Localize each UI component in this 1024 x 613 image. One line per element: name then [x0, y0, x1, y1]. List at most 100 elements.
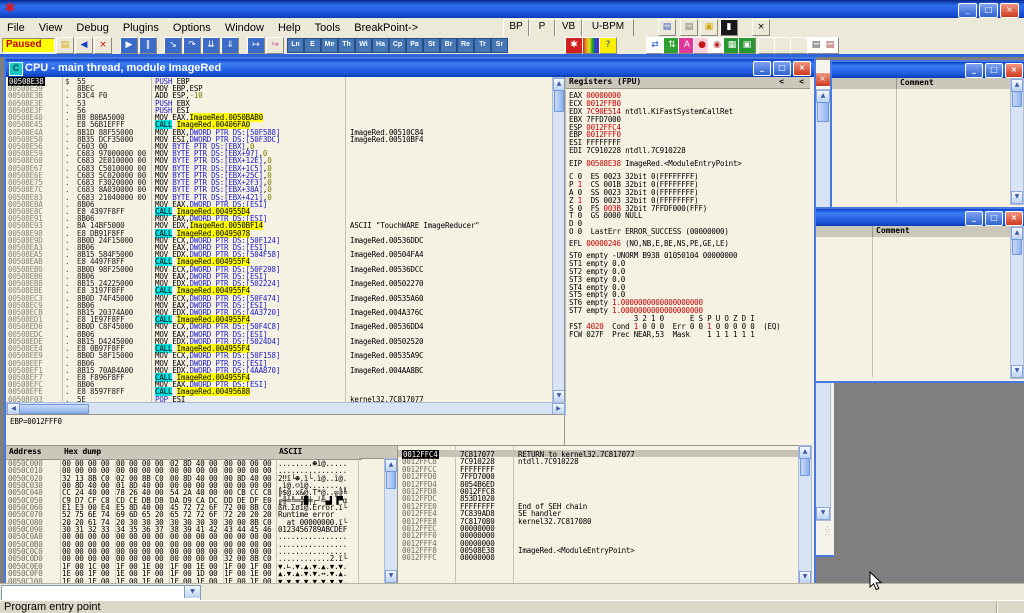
register-line[interactable]: ST1 empty 0.0 [569, 259, 810, 267]
register-line[interactable]: T 0 GS 0000 NULL [569, 211, 810, 219]
close-plugin-icon[interactable]: × [752, 19, 770, 36]
dump-row[interactable]: 0050C0F01E 00 1F 001E 00 1F 001F 00 1D 0… [6, 569, 397, 576]
document-icon[interactable]: ▤ [680, 19, 698, 36]
disasm-row[interactable]: 00508E91.8B06MOV EAX,DWORD PTR DS:[ESI] [6, 214, 552, 221]
register-line[interactable]: EIP 00508E38 ImageRed.<ModuleEntryPoint> [569, 159, 810, 167]
disasm-row[interactable]: 00508E3F.56PUSH ESI [6, 106, 552, 113]
dump-vscrollbar[interactable]: ▲ ▼ [384, 458, 398, 584]
register-line[interactable]: ST2 empty 0.0 [569, 267, 810, 275]
pane-button-th[interactable]: Th [338, 38, 355, 53]
swap-arrows-icon[interactable]: ⇄ [646, 37, 664, 54]
disasm-row[interactable]: 00508E40.B8 B0BA5000MOV EAX,ImageRed.005… [6, 113, 552, 120]
dump-row[interactable]: 0050C08020 20 61 7420 30 30 3030 30 30 3… [6, 518, 397, 525]
register-line[interactable]: EBP 0012FFF0 [569, 130, 810, 138]
pane-button-pa[interactable]: Pa [406, 38, 423, 53]
register-line[interactable]: C 0 ES 0023 32bit 0(FFFFFFFF) [569, 172, 810, 180]
disasm-row[interactable]: 00508E4A.8B1D 88F55000MOV EBX,DWORD PTR … [6, 128, 552, 135]
disasm-row[interactable]: 00508E39.8BECMOV EBP,ESP [6, 84, 552, 91]
options-gear-icon[interactable]: ✱ [565, 37, 583, 54]
register-line[interactable]: ST5 empty 0.0 [569, 290, 810, 298]
dump-pane[interactable]: Address Hex dump ASCII 0050C00000 00 00 … [6, 445, 397, 584]
disasm-row[interactable]: 00508ED1.E8 1E97F8FFCALL ImageRed.004955… [6, 315, 552, 322]
register-line[interactable]: FST 4020 Cond 1 0 0 0 Err 0 0 1 0 0 0 0 … [569, 322, 810, 330]
dump-row[interactable]: 0050C07052 75 6E 7469 6D 65 2065 72 72 6… [6, 510, 397, 517]
disassembly-pane[interactable]: 00508E38$55PUSH EBP00508E39.8BECMOV EBP,… [6, 77, 552, 402]
scroll-down-icon[interactable]: ▼ [1011, 191, 1023, 204]
close-button[interactable]: × [1000, 3, 1019, 18]
scroll-down-icon[interactable]: ▼ [816, 507, 830, 520]
step-over-icon[interactable]: ↷ [183, 37, 201, 54]
dump-row[interactable]: 0050C040CC 24 40 0078 26 40 0054 2A 40 0… [6, 488, 397, 495]
pane-button-re[interactable]: Re [457, 38, 474, 53]
register-line[interactable]: ESP 0012FFC4 [569, 123, 810, 131]
disasm-row[interactable]: 00508E8C.E8 4397F8FFCALL ImageRed.004955… [6, 207, 552, 214]
pane-button-ln[interactable]: Ln [287, 38, 304, 53]
disasm-row[interactable]: 00508EC9.8B06MOV EAX,DWORD PTR DS:[ESI] [6, 301, 552, 308]
disasm-row[interactable]: 00508E50.8B35 DCF35000MOV ESI,DWORD PTR … [6, 135, 552, 142]
plugin-button[interactable]: VB [555, 19, 582, 37]
screen-icon[interactable]: ▣ [738, 37, 756, 54]
restore-button[interactable]: □ [985, 63, 1003, 78]
stack-row[interactable]: 0012FFDC853D1020 [398, 494, 798, 501]
cpu-window[interactable]: C CPU - main thread, module ImageRed _ □… [4, 57, 816, 588]
stack-row[interactable]: 0012FFF400000000 [398, 539, 798, 546]
disasm-row[interactable]: 00508EB0.8B0D 98F25000MOV ECX,DWORD PTR … [6, 265, 552, 272]
report-list-icon[interactable]: ▤ [821, 37, 839, 54]
pane-button-br[interactable]: Br [440, 38, 457, 53]
dump-header-address[interactable]: Address [6, 446, 64, 460]
disasm-row[interactable]: 00508E7C.C683 8A030000 00MOV BYTE PTR DS… [6, 185, 552, 192]
disasm-row[interactable]: 00508E45.E8 56B1EFFFCALL ImageRed.00406F… [6, 120, 552, 127]
disasm-row[interactable]: 00508EE4.E8 0B97F8FFCALL ImageRed.004955… [6, 344, 552, 351]
register-line[interactable]: S 0 FS 003B 32bit 7FFDF000(FFF) [569, 204, 810, 212]
minimize-button[interactable]: _ [958, 3, 977, 18]
window-title-bar[interactable]: _ □ × [832, 62, 1024, 78]
dump-row[interactable]: 0050C0E01F 00 1C 001F 00 1E 001F 00 1E 0… [6, 562, 397, 569]
new-document-icon[interactable]: ▤ [658, 19, 676, 36]
dump-row[interactable]: 0050C09030 31 32 3334 35 36 3738 39 41 4… [6, 525, 397, 532]
register-line[interactable]: ST3 empty 0.0 [569, 275, 810, 283]
stack-vscrollbar[interactable]: ▲ ▼ [798, 445, 812, 585]
disasm-row[interactable]: 00508E8A.8B06MOV EAX,DWORD PTR DS:[ESI] [6, 200, 552, 207]
dump-row[interactable]: 0050C0D000 00 00 0000 00 00 0000 00 00 0… [6, 554, 397, 561]
register-line[interactable]: P 1 CS 001B 32bit 0(FFFFFFFF) [569, 180, 810, 188]
disasm-row[interactable]: 00508E75.C683 F3020000 00MOV BYTE PTR DS… [6, 178, 552, 185]
disasm-row[interactable]: 00508E6E.C683 5C020000 00MOV BYTE PTR DS… [6, 171, 552, 178]
comment-window-top[interactable]: _ □ × Comment ▲ ▼ [830, 60, 1024, 209]
stack-row[interactable]: 0012FFFC00000000 [398, 553, 798, 560]
stack-row[interactable]: 0012FFE47C839AD8SE handler [398, 509, 798, 516]
step-into-icon[interactable]: ↘ [164, 37, 182, 54]
pane-button-tr[interactable]: Tr [474, 38, 491, 53]
dump-row[interactable]: 0050C060E1 E3 00 E4E5 8D 40 0045 72 72 6… [6, 503, 397, 510]
close-button[interactable]: × [814, 72, 831, 87]
disasm-row[interactable]: 00508EA3.8B06MOV EAX,DWORD PTR DS:[ESI] [6, 243, 552, 250]
register-line[interactable]: ST0 empty -UNORM B938 01050104 00000000 [569, 251, 810, 259]
register-line[interactable]: ECX 0012FFB0 [569, 99, 810, 107]
pane-button-me[interactable]: Me [321, 38, 338, 53]
minimize-button[interactable]: _ [965, 63, 983, 78]
restore-button[interactable]: □ [979, 3, 998, 18]
pane-button-st[interactable]: St [423, 38, 440, 53]
scrollbar[interactable]: ▲ ▼ [1010, 78, 1024, 205]
dump-header-ascii[interactable]: ASCII [276, 446, 362, 460]
animate-over-icon[interactable]: ⇓ [221, 37, 239, 54]
register-line[interactable]: ST6 empty 1.0000000000000000000 [569, 298, 810, 306]
close-program-icon[interactable]: × [94, 37, 112, 54]
blank-button[interactable] [790, 37, 808, 54]
appearance-icon[interactable] [582, 37, 600, 54]
scroll-down-icon[interactable]: ▼ [1011, 365, 1023, 378]
pane-button-e[interactable]: E [304, 38, 321, 53]
register-line[interactable]: EFL 00000246 (NO,NB,E,BE,NS,PE,GE,LE) [569, 239, 810, 247]
disasm-row[interactable]: 00508E98.E8 DB91F8FFCALL ImageRed.004950… [6, 229, 552, 236]
stack-row[interactable]: 0012FFF000000000 [398, 531, 798, 538]
disasm-row[interactable]: 00508F03.5EPOP ESIkernel32.7C817077 [6, 395, 552, 402]
pane-button-cp[interactable]: Cp [389, 38, 406, 53]
stack-row[interactable]: 0012FFF800508E38ImageRed.<ModuleEntryPoi… [398, 546, 798, 553]
chevron-down-icon[interactable]: ▼ [184, 586, 200, 598]
animate-into-icon[interactable]: ⇊ [202, 37, 220, 54]
disasm-row[interactable]: 00508ECB.8B15 20374A00MOV EDX,DWORD PTR … [6, 308, 552, 315]
window-title-bar[interactable]: _ □ × [814, 209, 1024, 226]
disasm-row[interactable]: 00508EB6.8B06MOV EAX,DWORD PTR DS:[ESI] [6, 272, 552, 279]
minimize-button[interactable]: _ [753, 61, 771, 76]
register-line[interactable]: FCW 027F Prec NEAR,53 Mask 1 1 1 1 1 1 [569, 330, 810, 338]
command-input[interactable]: ▼ [1, 585, 201, 601]
